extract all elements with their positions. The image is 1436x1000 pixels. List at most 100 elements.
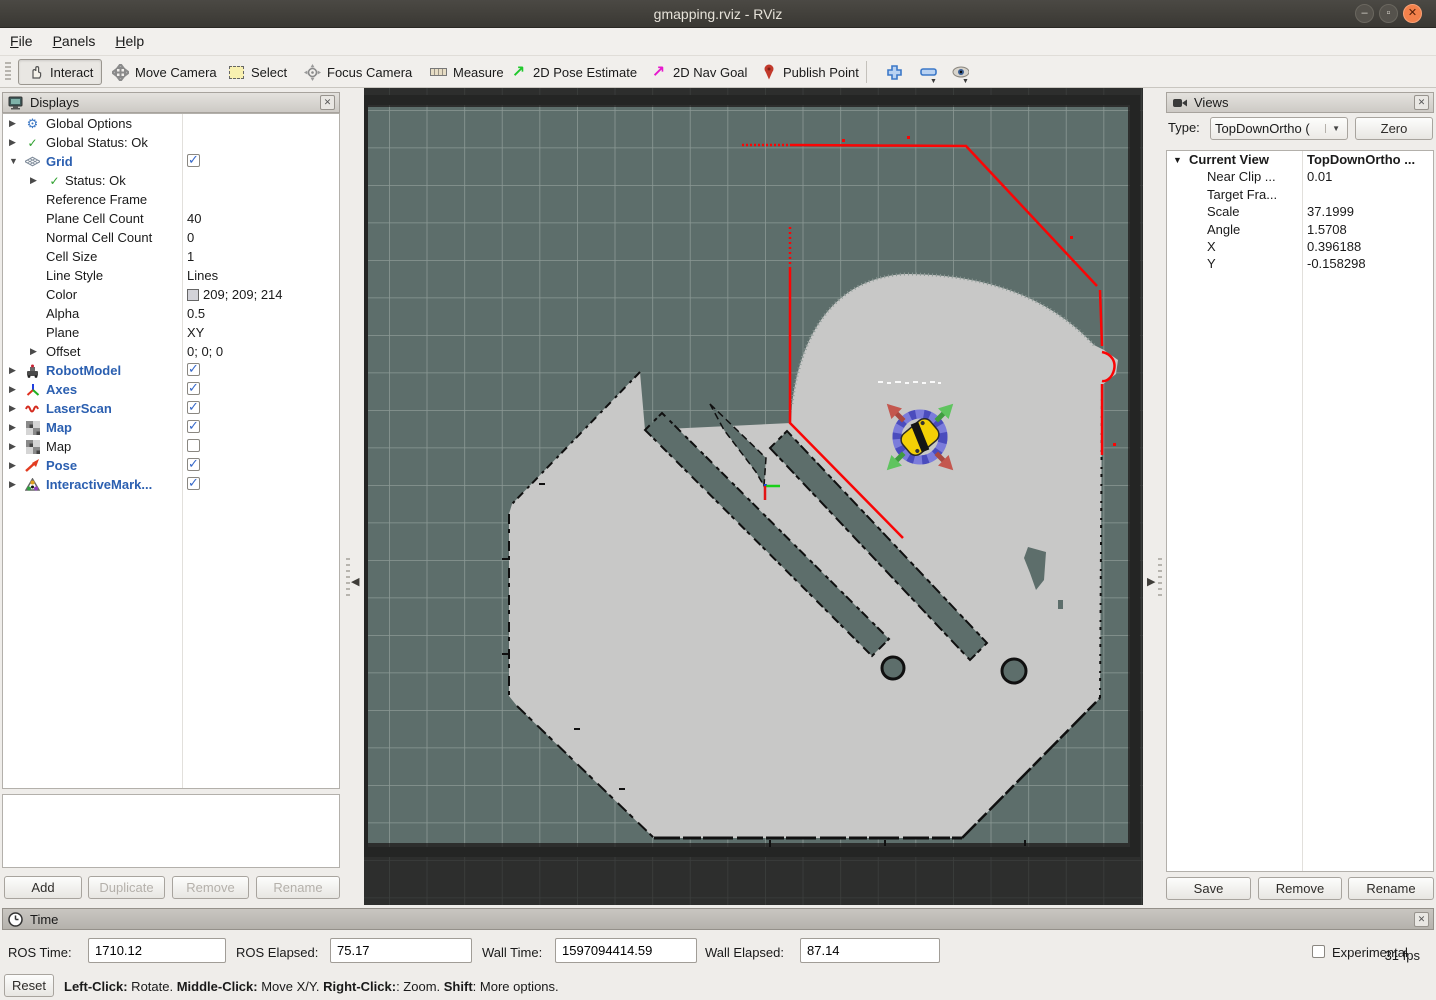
tree-expander-icon[interactable]: ▶ [9, 137, 16, 148]
displays-tree[interactable]: ▶⚙Global Options▶✓Global Status: Ok▼Grid… [2, 113, 340, 789]
add-tool-plus-button[interactable] [878, 59, 911, 85]
menu-help[interactable]: Help [105, 28, 154, 54]
displays-row-color[interactable]: Color209; 209; 214 [3, 285, 339, 304]
displays-row-global-status-ok[interactable]: ▶✓Global Status: Ok [3, 133, 339, 152]
displays-row-interactivemark-[interactable]: ▶InteractiveMark... [3, 475, 339, 494]
views-row-angle[interactable]: Angle1.5708 [1167, 221, 1433, 238]
tree-expander-icon[interactable]: ▶ [9, 118, 16, 129]
displays-row-global-options[interactable]: ▶⚙Global Options [3, 114, 339, 133]
rename-button[interactable]: Rename [256, 876, 340, 899]
displays-row-map[interactable]: ▶Map [3, 418, 339, 437]
views-save-button[interactable]: Save [1166, 877, 1251, 900]
add-button[interactable]: Add [4, 876, 82, 899]
displays-row-offset[interactable]: ▶Offset0; 0; 0 [3, 342, 339, 361]
maximize-button[interactable]: ▫ [1379, 4, 1398, 23]
tree-expander-icon[interactable]: ▶ [9, 403, 16, 414]
tree-expander-icon[interactable]: ▼ [9, 156, 18, 166]
ros-time-input[interactable] [88, 938, 226, 963]
ros-elapsed-input[interactable] [330, 938, 472, 963]
row-value[interactable]: 0 [187, 230, 194, 245]
tool-publish-point[interactable]: Publish Point [752, 59, 867, 85]
robot-interactive-marker[interactable] [881, 398, 958, 475]
displays-row-plane[interactable]: PlaneXY [3, 323, 339, 342]
visibility-checkbox-checked[interactable] [187, 382, 200, 395]
displays-row-grid[interactable]: ▼Grid [3, 152, 339, 171]
tree-expander-icon[interactable]: ▶ [9, 441, 16, 452]
tool-select[interactable]: Select [220, 59, 295, 85]
left-splitter[interactable]: ◀ [340, 88, 364, 905]
row-value[interactable]: XY [187, 325, 204, 340]
3d-viewport[interactable] [364, 88, 1143, 905]
displays-row-axes[interactable]: ▶Axes [3, 380, 339, 399]
views-rename-button[interactable]: Rename [1348, 877, 1434, 900]
row-value[interactable]: -0.158298 [1307, 256, 1366, 271]
tool-2d-pose-estimate[interactable]: ↗2D Pose Estimate [502, 59, 645, 85]
wall-time-input[interactable] [555, 938, 697, 963]
minimize-button[interactable]: – [1355, 4, 1374, 23]
tree-expander-icon[interactable]: ▶ [30, 346, 37, 357]
tool-focus-camera[interactable]: Focus Camera [296, 59, 420, 85]
menu-panels[interactable]: Panels [43, 28, 106, 54]
experimental-checkbox[interactable] [1312, 945, 1325, 958]
tool-2d-nav-goal[interactable]: ↗2D Nav Goal [642, 59, 755, 85]
views-close-icon[interactable]: ✕ [1414, 95, 1429, 110]
visibility-checkbox-checked[interactable] [187, 458, 200, 471]
displays-row-status-ok[interactable]: ▶✓Status: Ok [3, 171, 339, 190]
duplicate-button[interactable]: Duplicate [88, 876, 165, 899]
toolbar-grip[interactable] [5, 62, 11, 82]
row-value[interactable]: 0.396188 [1307, 239, 1361, 254]
tree-expander-icon[interactable]: ▶ [30, 175, 37, 186]
row-value[interactable]: 1.5708 [1307, 222, 1347, 237]
displays-row-cell-size[interactable]: Cell Size1 [3, 247, 339, 266]
color-swatch[interactable] [187, 289, 199, 301]
close-button[interactable]: ✕ [1403, 4, 1422, 23]
tree-expander-icon[interactable]: ▶ [9, 384, 16, 395]
tool-visibility-eye-button[interactable] [944, 59, 977, 85]
displays-row-reference-frame[interactable]: Reference Frame [3, 190, 339, 209]
visibility-checkbox-checked[interactable] [187, 401, 200, 414]
row-value[interactable]: TopDownOrtho ... [1307, 152, 1415, 167]
displays-row-pose[interactable]: ▶Pose [3, 456, 339, 475]
tool-move-camera[interactable]: Move Camera [104, 59, 225, 85]
row-value[interactable]: 0; 0; 0 [187, 344, 223, 359]
wall-elapsed-input[interactable] [800, 938, 940, 963]
tool-interact[interactable]: Interact [18, 59, 102, 85]
remove-tool-minus-button[interactable] [912, 59, 945, 85]
views-tree[interactable]: ▼Current ViewTopDownOrtho ...Near Clip .… [1166, 150, 1434, 872]
collapse-right-arrow-icon[interactable]: ▶ [1147, 575, 1155, 588]
displays-row-normal-cell-count[interactable]: Normal Cell Count0 [3, 228, 339, 247]
views-row-y[interactable]: Y-0.158298 [1167, 255, 1433, 272]
displays-row-robotmodel[interactable]: ▶RobotModel [3, 361, 339, 380]
tree-expander-icon[interactable]: ▶ [9, 365, 16, 376]
tree-expander-icon[interactable]: ▶ [9, 460, 16, 471]
displays-row-laserscan[interactable]: ▶LaserScan [3, 399, 339, 418]
view-type-dropdown[interactable]: TopDownOrtho ( ▼ [1210, 117, 1348, 140]
views-row-x[interactable]: X0.396188 [1167, 238, 1433, 255]
time-close-icon[interactable]: ✕ [1414, 912, 1429, 927]
row-value[interactable]: 0.01 [1307, 169, 1332, 184]
tree-expander-icon[interactable]: ▶ [9, 422, 16, 433]
tree-expander-icon[interactable]: ▶ [9, 479, 16, 490]
map-canvas[interactable] [364, 88, 1143, 905]
displays-row-map[interactable]: ▶Map [3, 437, 339, 456]
menu-file[interactable]: File [0, 28, 43, 54]
reset-button[interactable]: Reset [4, 974, 54, 997]
row-value[interactable]: 1 [187, 249, 194, 264]
views-row-current-view[interactable]: ▼Current ViewTopDownOrtho ... [1167, 151, 1433, 168]
displays-row-line-style[interactable]: Line StyleLines [3, 266, 339, 285]
views-remove-button[interactable]: Remove [1258, 877, 1342, 900]
visibility-checkbox-checked[interactable] [187, 420, 200, 433]
row-value[interactable]: 209; 209; 214 [203, 287, 283, 302]
tool-measure[interactable]: Measure [422, 59, 512, 85]
zero-button[interactable]: Zero [1355, 117, 1433, 140]
visibility-checkbox-unchecked[interactable] [187, 439, 200, 452]
row-value[interactable]: 0.5 [187, 306, 205, 321]
views-row-scale[interactable]: Scale37.1999 [1167, 203, 1433, 220]
displays-row-alpha[interactable]: Alpha0.5 [3, 304, 339, 323]
row-value[interactable]: Lines [187, 268, 218, 283]
displays-row-plane-cell-count[interactable]: Plane Cell Count40 [3, 209, 339, 228]
tree-expander-icon[interactable]: ▼ [1173, 155, 1182, 165]
views-row-target-fra-[interactable]: Target Fra... [1167, 186, 1433, 203]
remove-button[interactable]: Remove [172, 876, 249, 899]
visibility-checkbox-checked[interactable] [187, 477, 200, 490]
